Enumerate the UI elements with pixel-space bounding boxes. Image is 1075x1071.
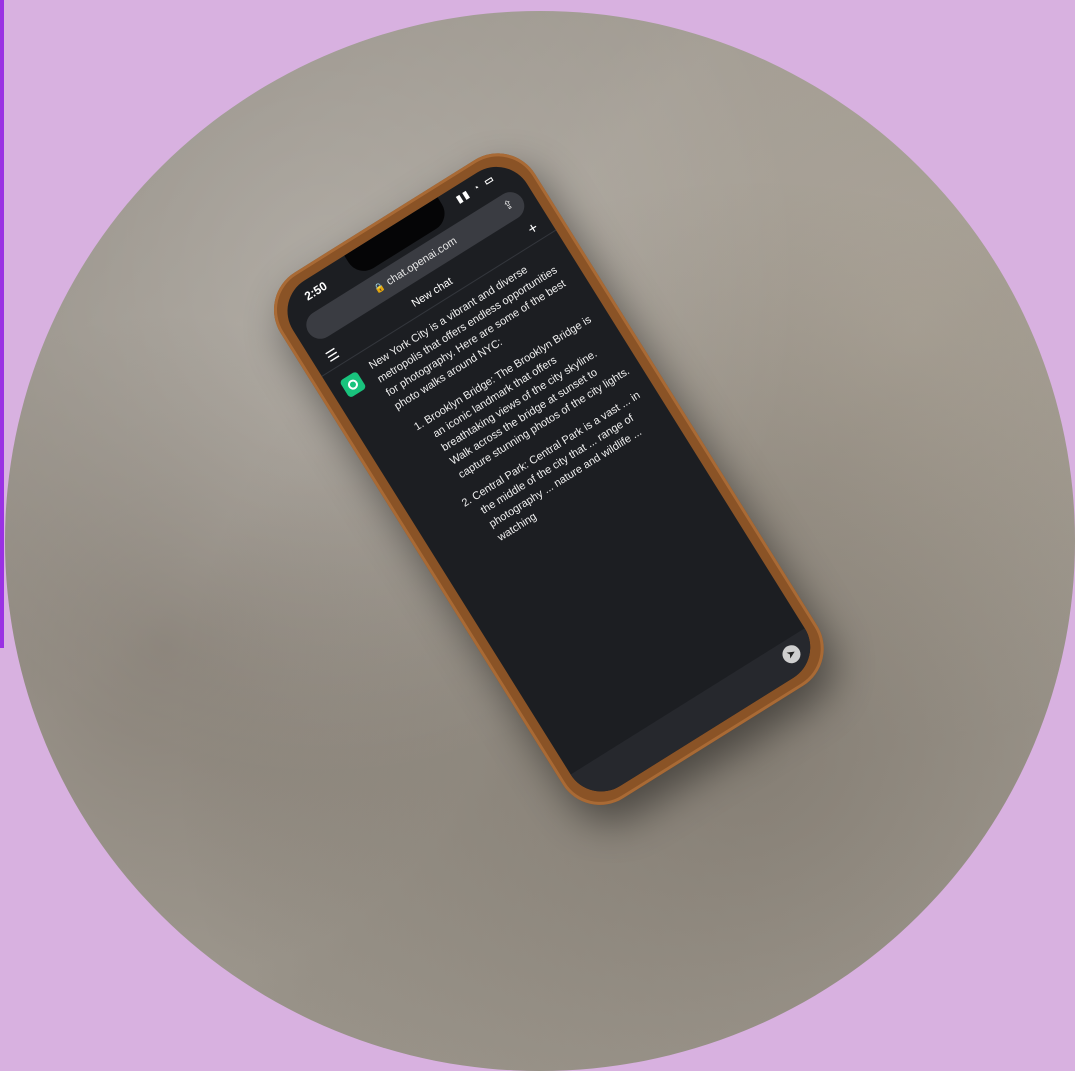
left-accent-edge (0, 0, 4, 648)
photo-circle: 2:50 ▮▮ ◔ ▭ 🔒 chat.openai.com ⇪ ☰ New ch… (5, 11, 1075, 1071)
plus-icon[interactable]: + (523, 217, 544, 242)
status-time: 2:50 (301, 278, 330, 304)
send-icon[interactable]: ➤ (779, 641, 804, 667)
hamburger-menu-icon[interactable]: ☰ (321, 341, 344, 368)
chatgpt-logo-icon (339, 370, 367, 399)
share-icon[interactable]: ⇪ (500, 196, 516, 213)
phone-screen: 2:50 ▮▮ ◔ ▭ 🔒 chat.openai.com ⇪ ☰ New ch… (273, 153, 824, 806)
bottom-input-bar[interactable]: ➤ (570, 628, 824, 806)
lock-icon: 🔒 (371, 280, 387, 295)
smartphone: 2:50 ▮▮ ◔ ▭ 🔒 chat.openai.com ⇪ ☰ New ch… (257, 136, 841, 822)
